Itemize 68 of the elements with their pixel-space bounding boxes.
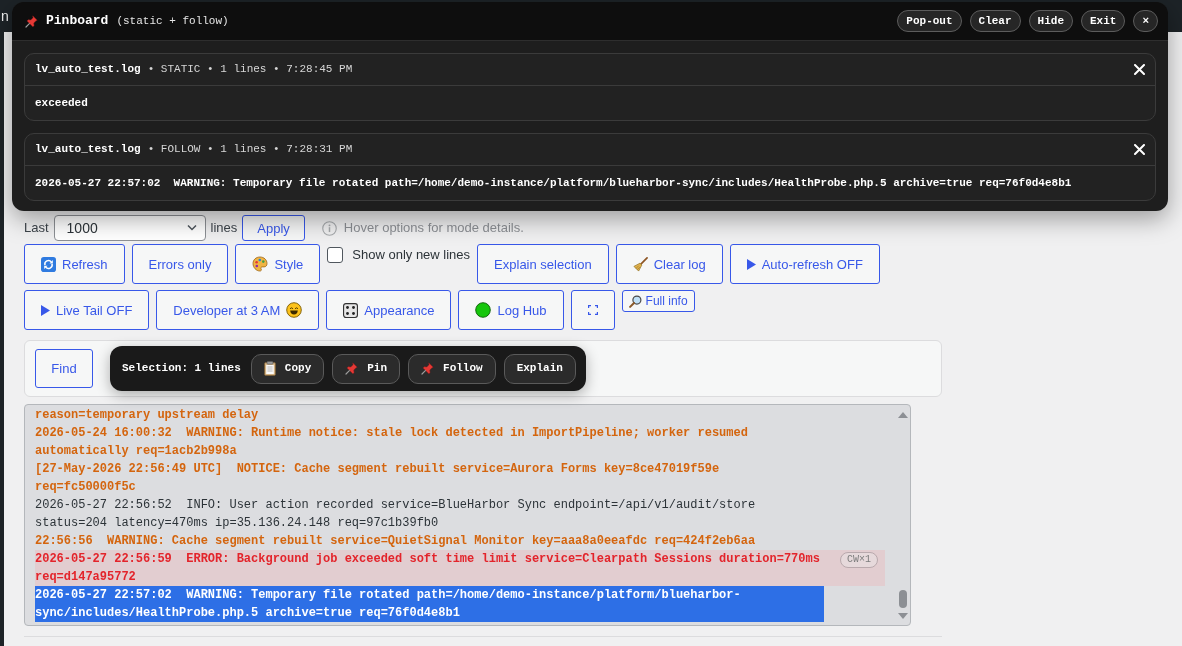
magnifier-icon	[628, 294, 642, 308]
lines-label: lines	[210, 219, 238, 238]
pinned-file-name: lv_auto_test.log	[35, 142, 141, 158]
log-entry: 2026-05-27 22:56:59 ERROR: Background job exceeded soft time limit service=Clearpath Sessions duration=770ms req=d147a95772	[35, 551, 821, 586]
pinned-entry-meta: • STATIC • 1 lines • 7:28:45 PM	[147, 62, 353, 78]
explain-selection-button[interactable]: Explain selection	[477, 244, 609, 284]
copy-button[interactable]: Copy	[250, 353, 325, 384]
pinboard-title: Pinboard	[46, 12, 109, 31]
dice-icon	[343, 302, 359, 318]
pin-icon	[25, 14, 38, 28]
log-entry: 2026-05-27 22:57:02 WARNING: Temporary file rotated path=/home/demo-instance/platform/blueharbor-sync/includes/HealthProbe.php.5 archive=true req=76f0d4e8b1	[35, 586, 824, 622]
last-label: Last	[24, 219, 49, 238]
play-icon	[41, 304, 50, 316]
pin-icon	[421, 362, 435, 375]
pin-icon	[345, 362, 359, 375]
pinned-entry-text: 2026-05-27 22:57:02 WARNING: Temporary file rotated path=/home/demo-instance/platform/blueharbor-sync/includes/HealthProbe.php.5 archive=true req=76f0d4e8b1	[35, 175, 1072, 191]
log-entry: 2026-05-27 22:56:52 INFO: User action recorded service=BlueHarbor Sync endpoint=/api/v1/audit/store status=204 latency=470ms ip=35.136.24.148 req=97c1b39fb0	[35, 497, 757, 532]
apply-button[interactable]: Apply	[242, 215, 305, 241]
fullscreen-icon	[587, 305, 598, 315]
checkbox[interactable]	[327, 246, 344, 263]
log-entry: [27-May-2026 22:56:49 UTC] NOTICE: Cache segment rebuilt service=Aurora Forms key=8ce47019f59e req=fc50000f5c	[35, 461, 721, 496]
live-tail-button[interactable]: Live Tail OFF	[24, 290, 150, 330]
appearance-button[interactable]: Appearance	[326, 290, 452, 330]
smiley-icon	[286, 302, 303, 318]
errors-only-button[interactable]: Errors only	[131, 244, 229, 284]
caret-icon	[186, 225, 197, 231]
hide-button[interactable]: Hide	[1028, 10, 1073, 32]
hint-text: Hover options for mode details.	[343, 219, 524, 238]
fullscreen-button[interactable]	[570, 290, 615, 330]
selection-count-label: Selection: 1 lines	[122, 361, 241, 377]
checkbox-label: Show only new lines	[352, 246, 471, 264]
lines-select[interactable]: 1000	[53, 215, 206, 241]
refresh-button[interactable]: Refresh	[24, 244, 125, 284]
log-hub-button[interactable]: Log Hub	[458, 290, 564, 330]
style-button[interactable]: Style	[235, 244, 321, 284]
count-tag: CW×1	[840, 552, 878, 568]
pinned-file-name: lv_auto_test.log	[35, 62, 141, 78]
developer-mode-button[interactable]: Developer at 3 AM	[156, 290, 320, 330]
full-info-button[interactable]: Full info	[621, 290, 695, 312]
close-icon[interactable]	[1134, 144, 1145, 155]
palette-icon	[252, 256, 269, 272]
pinned-entry-meta: • FOLLOW • 1 lines • 7:28:31 PM	[147, 142, 353, 158]
scrollbar-thumb[interactable]	[899, 590, 907, 608]
info-icon	[321, 220, 337, 236]
log-entry: 2026-05-24 16:00:32 WARNING: Runtime notice: stale lock detected in ImportPipeline; worker resumed automatically req=1acb2b998a	[35, 425, 749, 460]
refresh-icon	[41, 256, 56, 272]
scroll-down-icon	[898, 613, 908, 619]
broom-icon	[632, 256, 648, 272]
auto-refresh-button[interactable]: Auto-refresh OFF	[729, 244, 880, 284]
log-entry: reason=temporary upstream delay	[35, 407, 260, 424]
clear-log-button[interactable]: Clear log	[615, 244, 723, 284]
close-icon[interactable]	[1134, 64, 1145, 75]
explain-button[interactable]: Explain	[503, 353, 576, 384]
pinned-entry-text: exceeded	[35, 95, 88, 111]
clear-button[interactable]: Clear	[969, 10, 1021, 32]
clipboard-icon	[263, 361, 276, 376]
close-button[interactable]: ×	[1133, 10, 1158, 32]
dot-icon	[475, 302, 492, 318]
follow-button[interactable]: Follow	[408, 353, 496, 384]
log-entry: 22:56:56 WARNING: Cache segment rebuilt service=QuietSignal Monitor key=aaa8a0eeafdc req=424f2eb6aa	[35, 533, 757, 550]
exit-button[interactable]: Exit	[1081, 10, 1126, 32]
pop-out-button[interactable]: Pop-out	[897, 10, 962, 32]
pinboard-subtitle: (static + follow)	[116, 13, 229, 29]
find-button[interactable]: Find	[35, 349, 93, 388]
pin-button[interactable]: Pin	[332, 353, 401, 384]
admin-bar-label: n	[1, 8, 9, 24]
scroll-up-icon	[898, 412, 908, 418]
play-icon	[746, 258, 756, 270]
